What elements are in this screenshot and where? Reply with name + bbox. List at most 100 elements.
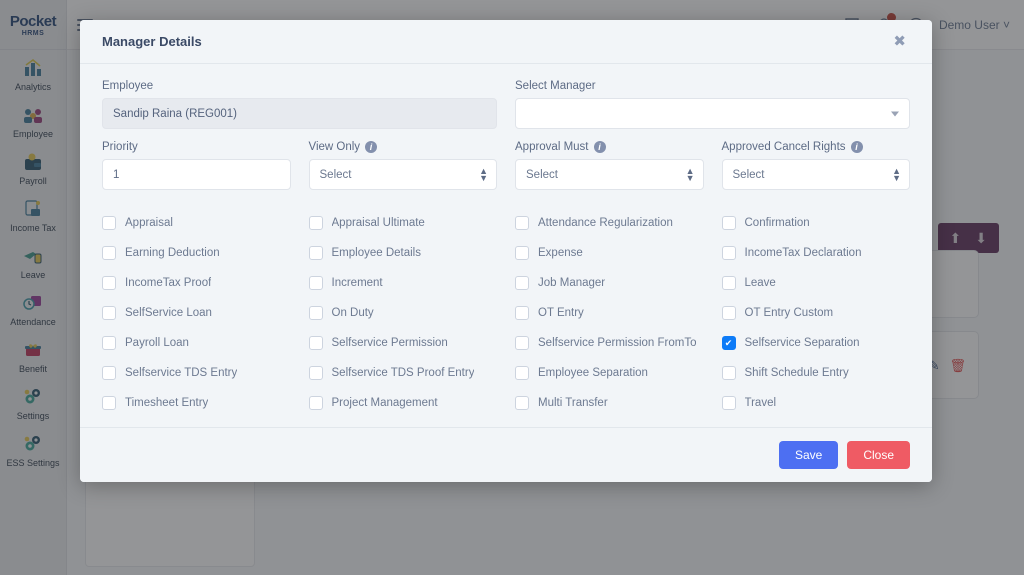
permission-label: Shift Schedule Entry — [744, 367, 849, 379]
permission-checkbox-item[interactable]: ✔ IncomeTax Proof — [102, 268, 291, 298]
modal-body: Employee Select Manager Priority — [80, 64, 932, 427]
permission-checkbox-item[interactable]: ✔ Timesheet Entry — [102, 388, 291, 418]
permission-label: Job Manager — [538, 277, 606, 289]
checkbox[interactable]: ✔ — [308, 216, 323, 230]
modal-header: Manager Details ✖ — [80, 20, 932, 64]
permission-checkbox-item[interactable]: ✔ Selfservice Permission — [308, 328, 498, 358]
manager-details-modal: Manager Details ✖ Employee Select Manage… — [80, 20, 932, 482]
priority-label: Priority — [102, 141, 138, 153]
checkbox[interactable]: ✔ — [515, 336, 529, 350]
permission-checkbox-item[interactable]: ✔ Expense — [515, 238, 704, 268]
permission-label: Appraisal Ultimate — [331, 217, 425, 229]
approval-must-label: Approval Must i — [515, 141, 704, 153]
checkbox[interactable]: ✔ — [308, 306, 323, 320]
info-icon[interactable]: i — [593, 141, 606, 153]
permission-checkbox-item[interactable]: ✔ Multi Transfer — [515, 388, 704, 418]
permission-checkbox-item[interactable]: ✔ Project Management — [308, 388, 498, 418]
permission-checkbox-item[interactable]: ✔ Leave — [721, 268, 911, 298]
employee-input — [102, 98, 497, 129]
priority-input[interactable] — [102, 159, 291, 190]
checkbox[interactable]: ✔ — [308, 336, 323, 350]
permission-checkbox-item[interactable]: ✔ On Duty — [308, 298, 498, 328]
checkbox[interactable]: ✔ — [308, 246, 323, 260]
permission-checkbox-item[interactable]: ✔ Selfservice TDS Proof Entry — [308, 358, 498, 388]
permission-checkbox-item[interactable]: ✔ OT Entry — [515, 298, 704, 328]
select-manager-label: Select Manager — [515, 80, 596, 92]
checkbox[interactable]: ✔ — [721, 396, 736, 410]
checkbox[interactable]: ✔ — [721, 246, 736, 260]
checkbox[interactable]: ✔ — [102, 396, 116, 410]
permission-checkbox-item[interactable]: ✔ Travel — [721, 388, 911, 418]
checkbox[interactable]: ✔ — [721, 366, 736, 380]
approved-cancel-select[interactable]: Select — [721, 159, 910, 190]
permission-checkbox-item[interactable]: ✔ Selfservice Permission FromTo — [515, 328, 704, 358]
close-button[interactable]: Close — [847, 441, 910, 469]
checkbox[interactable]: ✔ — [515, 246, 529, 260]
checkbox[interactable]: ✔ — [102, 336, 116, 350]
approved-cancel-label-text: Approved Cancel Rights — [721, 141, 846, 153]
permission-checkbox-item[interactable]: ✔ IncomeTax Declaration — [721, 238, 911, 268]
view-only-field-group: View Only i Select ▲ ▼ — [308, 141, 498, 190]
permission-checkbox-item[interactable]: ✔ Appraisal — [102, 208, 291, 238]
permission-checkbox-item[interactable]: ✔ Selfservice TDS Entry — [102, 358, 291, 388]
info-icon[interactable]: i — [850, 141, 863, 153]
info-icon[interactable]: i — [365, 141, 378, 153]
permissions-checkbox-grid: ✔ Appraisal ✔ Appraisal Ultimate ✔ Attendance… — [102, 208, 910, 418]
permission-checkbox-item[interactable]: ✔ Confirmation — [721, 208, 911, 238]
checkbox[interactable]: ✔ — [102, 276, 116, 290]
checkbox[interactable]: ✔ — [515, 396, 529, 410]
approval-must-label-text: Approval Must — [515, 141, 589, 153]
view-only-label-text: View Only — [308, 141, 361, 153]
permission-checkbox-item[interactable]: ✔ Appraisal Ultimate — [308, 208, 498, 238]
permission-checkbox-item[interactable]: ✔ OT Entry Custom — [721, 298, 911, 328]
checkbox[interactable]: ✔ — [102, 246, 116, 260]
permission-checkbox-item[interactable]: ✔ Job Manager — [515, 268, 704, 298]
checkbox[interactable]: ✔ — [515, 306, 529, 320]
permission-checkbox-item[interactable]: ✔ SelfService Loan — [102, 298, 291, 328]
checkbox[interactable]: ✔ — [721, 216, 736, 230]
checkbox[interactable]: ✔ — [308, 396, 323, 410]
close-icon[interactable]: ✖ — [889, 30, 910, 53]
select-manager-input[interactable] — [515, 98, 910, 129]
checkbox[interactable]: ✔ — [308, 276, 323, 290]
permission-checkbox-item[interactable]: ✔ Employee Separation — [515, 358, 704, 388]
permission-checkbox-item[interactable]: ✔ Earning Deduction — [102, 238, 291, 268]
approved-cancel-field-group: Approved Cancel Rights i Select ▲ ▼ — [721, 141, 910, 190]
checkbox[interactable]: ✔ — [721, 276, 736, 290]
permission-checkbox-item[interactable]: ✔ Attendance Regularization — [515, 208, 704, 238]
employee-field-group: Employee — [102, 80, 497, 129]
check-icon: ✔ — [724, 337, 733, 348]
checkbox[interactable]: ✔ — [102, 306, 116, 320]
permission-label: Project Management — [331, 397, 438, 409]
permission-label: On Duty — [331, 307, 374, 319]
checkbox-checked[interactable]: ✔ — [721, 336, 736, 350]
application-root: Pocket HRMS AnalyticsEmployeePayrollInco… — [0, 0, 1024, 575]
modal-title: Manager Details — [102, 34, 202, 49]
checkbox[interactable]: ✔ — [308, 366, 323, 380]
permission-checkbox-item[interactable]: ✔ Payroll Loan — [102, 328, 291, 358]
view-only-label: View Only i — [309, 141, 498, 153]
permission-checkbox-item[interactable]: ✔ Increment — [308, 268, 498, 298]
select-manager-field-group: Select Manager — [515, 80, 910, 129]
permission-label: IncomeTax Declaration — [744, 247, 862, 259]
checkbox[interactable]: ✔ — [515, 366, 529, 380]
modal-footer: Save Close — [80, 427, 932, 482]
checkbox[interactable]: ✔ — [102, 216, 116, 230]
permission-label: Selfservice Permission — [331, 337, 448, 349]
permission-label: Confirmation — [744, 217, 810, 229]
permission-checkbox-item[interactable]: ✔ Selfservice Separation — [721, 328, 911, 358]
permission-checkbox-item[interactable]: ✔ Employee Details — [308, 238, 498, 268]
permission-label: Selfservice TDS Proof Entry — [331, 367, 475, 379]
permission-checkbox-item[interactable]: ✔ Shift Schedule Entry — [721, 358, 911, 388]
permission-label: IncomeTax Proof — [125, 277, 212, 289]
checkbox[interactable]: ✔ — [515, 276, 529, 290]
save-button[interactable]: Save — [778, 441, 839, 469]
permission-label: Multi Transfer — [538, 397, 608, 409]
checkbox[interactable]: ✔ — [102, 366, 116, 380]
checkbox[interactable]: ✔ — [515, 216, 529, 230]
permission-label: Attendance Regularization — [538, 217, 673, 229]
approval-must-select[interactable]: Select — [515, 159, 704, 190]
checkbox[interactable]: ✔ — [721, 306, 736, 320]
priority-field-group: Priority — [102, 141, 291, 190]
view-only-select[interactable]: Select — [308, 159, 497, 190]
